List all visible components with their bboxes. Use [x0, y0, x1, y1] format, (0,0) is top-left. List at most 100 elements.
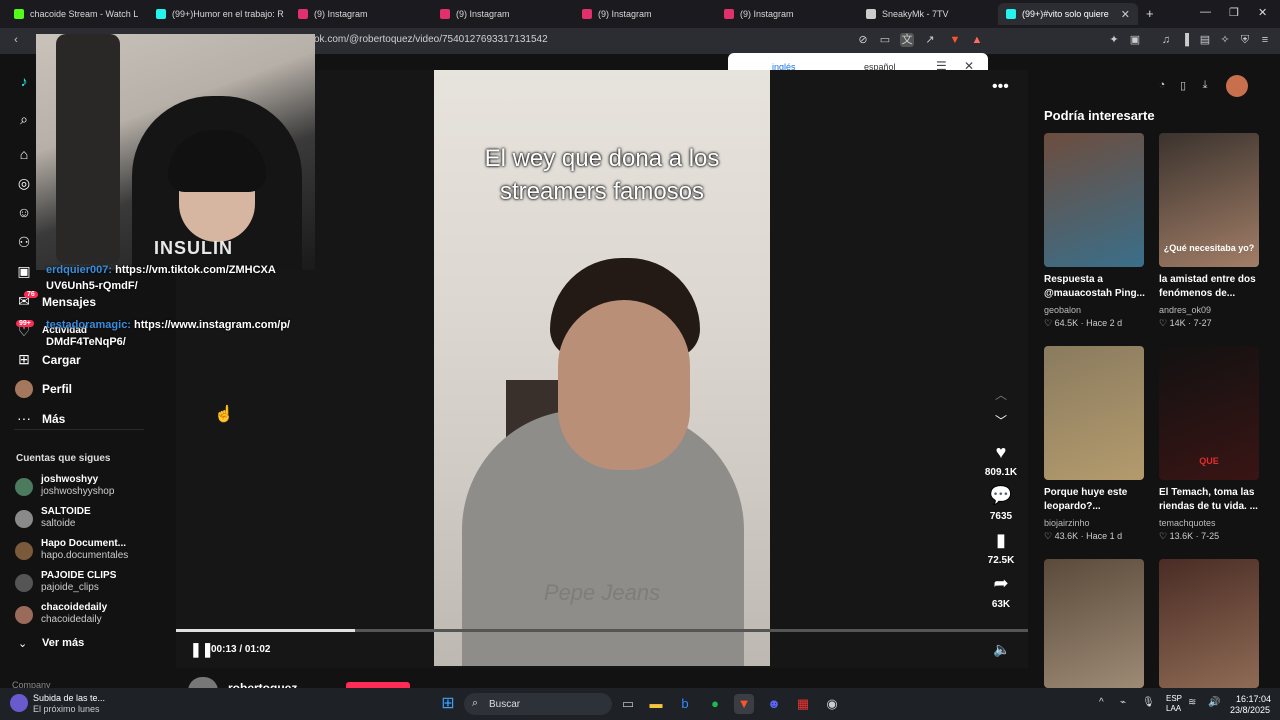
file-explorer-icon[interactable]: ▬: [646, 694, 666, 714]
download-icon[interactable]: ⤓: [1198, 79, 1212, 93]
brave-taskbar-icon[interactable]: ▼: [734, 694, 754, 714]
nav-more[interactable]: Más: [42, 412, 65, 426]
wallet-icon[interactable]: ▤: [1198, 33, 1212, 47]
vpn-icon[interactable]: ⛨: [1238, 33, 1252, 47]
recommended-thumbnail[interactable]: ¿Qué necesitaba yo?: [1159, 133, 1259, 267]
following-avatar[interactable]: [15, 542, 33, 560]
recommended-author[interactable]: andres_ok09: [1159, 305, 1211, 315]
spotify-icon[interactable]: ●: [705, 694, 725, 714]
comment-icon[interactable]: 💬: [988, 485, 1014, 507]
live-icon[interactable]: ▣: [15, 262, 33, 280]
windows-start-icon[interactable]: ⊞: [438, 694, 458, 714]
chevron-down-icon[interactable]: ⌄: [18, 637, 27, 650]
friends-icon[interactable]: ⚇: [15, 233, 33, 251]
brave-rewards-icon[interactable]: ▲: [970, 33, 984, 47]
menu-icon[interactable]: ≡: [1258, 33, 1272, 47]
back-icon[interactable]: ‹: [9, 33, 23, 47]
following-avatar[interactable]: [15, 510, 33, 528]
following-name[interactable]: joshwoshyy: [41, 474, 98, 485]
recommended-thumbnail[interactable]: [1159, 559, 1259, 688]
recommended-caption[interactable]: Porque huye este leopardo?...: [1044, 486, 1150, 514]
see-more-link[interactable]: Ver más: [42, 637, 84, 649]
browser-tab[interactable]: (9) Instagram: [432, 3, 568, 25]
timer-icon[interactable]: ◔: [1155, 79, 1169, 93]
clock-date[interactable]: 23/8/2025: [1230, 705, 1270, 715]
tab-close-icon[interactable]: ✕: [1121, 8, 1130, 21]
leo-icon[interactable]: ✧: [1218, 33, 1232, 47]
notification-title[interactable]: Subida de las te...: [33, 693, 105, 703]
search-icon[interactable]: ⌕: [15, 110, 33, 128]
obs-like-app-icon[interactable]: ▦: [793, 694, 813, 714]
user-avatar[interactable]: [1226, 75, 1248, 97]
discord-icon[interactable]: ☻: [764, 694, 784, 714]
steam-icon[interactable]: ◉: [822, 694, 842, 714]
bing-icon[interactable]: b: [675, 694, 695, 714]
prev-video-icon[interactable]: ︿: [988, 386, 1014, 408]
clock-time[interactable]: 16:17:04: [1236, 694, 1271, 704]
recommended-caption[interactable]: El Temach, toma las riendas de tu vida. …: [1159, 486, 1265, 514]
screenshot-icon[interactable]: ▣: [1128, 33, 1142, 47]
recommended-caption[interactable]: Respuesta a @mauacostah Ping...: [1044, 273, 1150, 301]
following-avatar[interactable]: [15, 478, 33, 496]
microphone-icon[interactable]: 🎙: [1142, 697, 1155, 708]
tray-expand-icon[interactable]: ^: [1099, 697, 1104, 708]
extensions-icon[interactable]: ✦: [1107, 33, 1121, 47]
share-arrow-icon[interactable]: ➦: [988, 573, 1014, 595]
following-avatar[interactable]: [15, 574, 33, 592]
wifi-icon[interactable]: ≋: [1188, 697, 1196, 708]
brave-shields-icon[interactable]: ▼: [948, 33, 962, 47]
speaker-icon[interactable]: 🔊: [1208, 697, 1220, 708]
pause-button[interactable]: ❚❚: [190, 641, 213, 658]
tracking-icon[interactable]: ⊘: [856, 33, 870, 47]
browser-tab[interactable]: SneakyMk - 7TV: [858, 3, 992, 25]
video-player[interactable]: Pepe Jeans El wey que dona a los streame…: [434, 70, 770, 666]
network-icon[interactable]: ⌁: [1120, 697, 1126, 708]
input-language[interactable]: ESP LAA: [1166, 694, 1182, 714]
restore-button[interactable]: ❐: [1229, 6, 1239, 19]
following-name[interactable]: PAJOIDE CLIPS: [41, 570, 116, 581]
browser-tab[interactable]: (9) Instagram: [574, 3, 710, 25]
task-view-icon[interactable]: ▭: [618, 694, 638, 714]
tiktok-logo-icon[interactable]: ♪: [15, 72, 33, 90]
nav-upload[interactable]: Cargar: [42, 353, 81, 367]
browser-tab[interactable]: (99+)Humor en el trabajo: Ris: [148, 3, 284, 25]
translate-icon[interactable]: 文: [900, 33, 914, 47]
more-icon[interactable]: ···: [15, 409, 33, 427]
recommended-thumbnail[interactable]: [1044, 559, 1144, 688]
more-options-icon[interactable]: •••: [992, 78, 1009, 96]
browser-tab[interactable]: (9) Instagram: [716, 3, 852, 25]
close-window-button[interactable]: ✕: [1258, 6, 1267, 19]
notification-app-icon[interactable]: [10, 694, 28, 712]
following-name[interactable]: chacoidedaily: [41, 602, 107, 613]
volume-icon[interactable]: 🔈: [993, 641, 1010, 658]
url-field[interactable]: ok.com/@robertoquez/video/75401276933171…: [314, 34, 548, 45]
recommended-thumbnail[interactable]: [1044, 346, 1144, 480]
upload-icon[interactable]: ⊞: [15, 350, 33, 368]
recommended-author[interactable]: biojairzinho: [1044, 518, 1090, 528]
nav-profile[interactable]: Perfil: [42, 382, 72, 396]
following-name[interactable]: SALTOIDE: [41, 506, 91, 517]
following-icon[interactable]: ☺: [15, 203, 33, 221]
minimize-button[interactable]: —: [1200, 6, 1211, 18]
explore-icon[interactable]: ◎: [15, 174, 33, 192]
following-name[interactable]: Hapo Document...: [41, 538, 126, 549]
recommended-thumbnail[interactable]: [1044, 133, 1144, 267]
device-icon[interactable]: ▯: [1176, 79, 1190, 93]
recommended-author[interactable]: temachquotes: [1159, 518, 1216, 528]
browser-tab[interactable]: (99+)#vito solo quiere ✕: [998, 3, 1138, 25]
share-icon[interactable]: ↗: [923, 33, 937, 47]
profile-avatar[interactable]: [15, 380, 33, 398]
browser-tab[interactable]: chacoide Stream - Watch L: [6, 3, 142, 25]
recommended-caption[interactable]: la amistad entre dos fenómenos de...: [1159, 273, 1265, 301]
recommended-author[interactable]: geobalon: [1044, 305, 1081, 315]
following-avatar[interactable]: [15, 606, 33, 624]
next-video-icon[interactable]: ﹀: [988, 412, 1014, 434]
home-icon[interactable]: ⌂: [15, 145, 33, 163]
like-icon[interactable]: ♥: [988, 442, 1014, 464]
cast-icon[interactable]: ▭: [878, 33, 892, 47]
sidebar-icon[interactable]: ▐: [1178, 33, 1192, 47]
new-tab-button[interactable]: +: [1146, 6, 1154, 21]
recommended-thumbnail[interactable]: QUE: [1159, 346, 1259, 480]
browser-tab[interactable]: (9) Instagram: [290, 3, 426, 25]
nav-messages[interactable]: Mensajes: [42, 295, 96, 309]
